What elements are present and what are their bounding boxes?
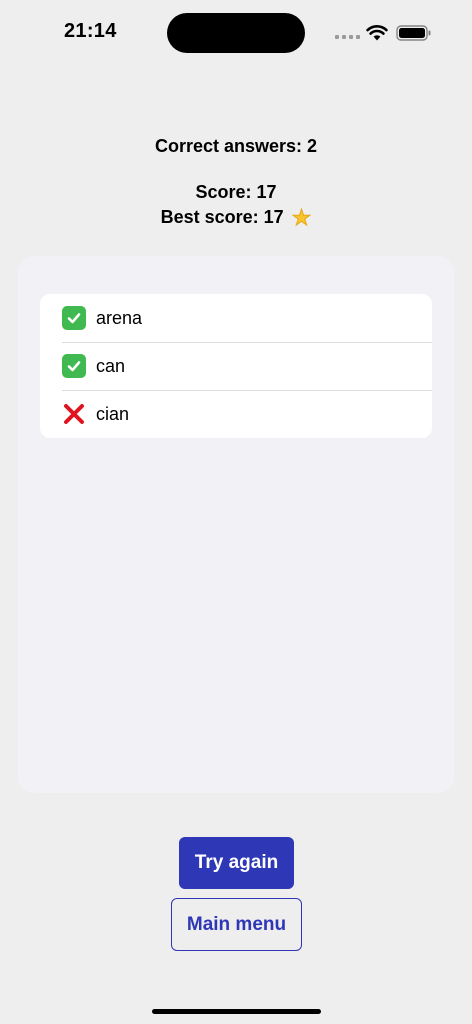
list-item: cian	[40, 390, 432, 438]
list-item: can	[40, 342, 432, 390]
results-panel: arena can cian	[18, 256, 454, 793]
main-menu-button[interactable]: Main menu	[171, 898, 302, 951]
wifi-icon	[366, 25, 388, 41]
best-score-row: Best score: 17 ★	[0, 205, 472, 230]
list-item: arena	[40, 294, 432, 342]
result-word: can	[96, 355, 126, 376]
results-list: arena can cian	[40, 294, 432, 438]
status-time: 21:14	[64, 20, 117, 42]
best-score-text: Best score: 17	[160, 207, 284, 227]
battery-icon	[396, 25, 431, 41]
cross-icon	[62, 402, 86, 426]
dynamic-island	[167, 13, 305, 53]
home-indicator[interactable]	[152, 1009, 321, 1014]
result-word: cian	[96, 403, 130, 424]
check-icon	[62, 306, 86, 330]
correct-answers-text: Correct answers: 2	[154, 136, 318, 156]
check-icon	[62, 354, 86, 378]
cellular-signal-icon	[335, 35, 360, 39]
result-word: arena	[96, 307, 143, 328]
score-text: Score: 17	[195, 182, 277, 202]
star-icon: ★	[291, 205, 312, 230]
try-again-button[interactable]: Try again	[179, 837, 294, 889]
